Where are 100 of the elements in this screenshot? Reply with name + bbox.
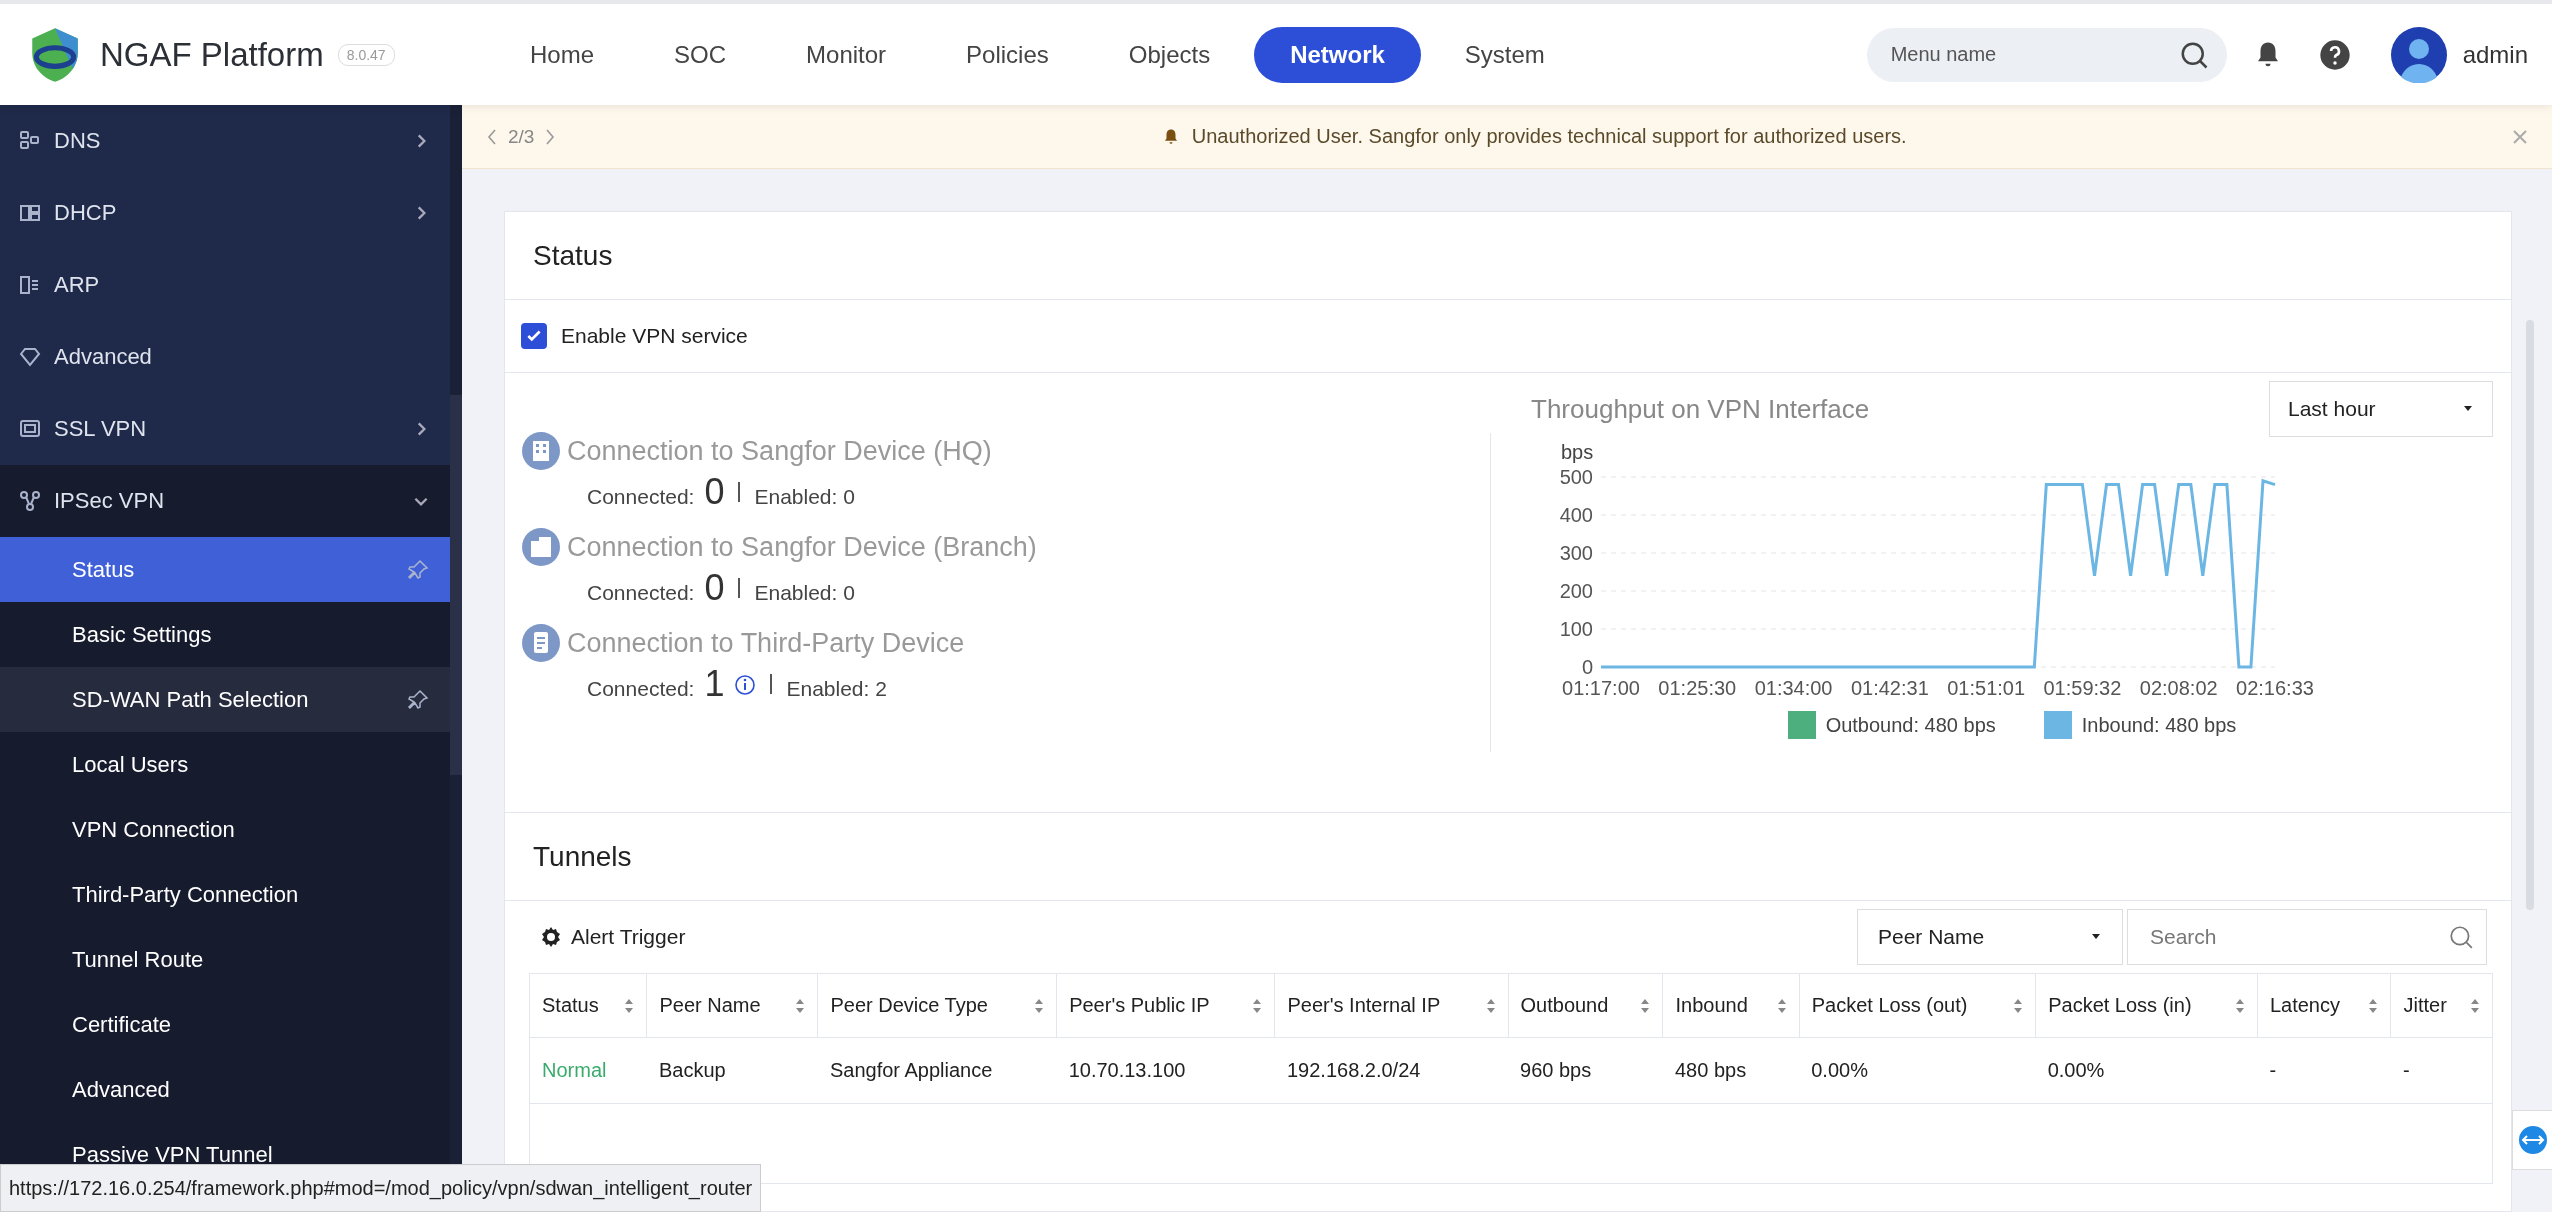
column-header[interactable]: Inbound: [1662, 973, 1800, 1038]
nav-tab[interactable]: Network: [1254, 26, 1421, 83]
enabled-count: Enabled: 2: [786, 677, 887, 701]
table-cell: 960 bps: [1508, 1037, 1663, 1104]
menu-search-field[interactable]: Menu name: [1888, 27, 2179, 82]
building-icon: [521, 431, 561, 471]
product-name: NGAF Platform: [100, 35, 324, 74]
column-header[interactable]: Peer Name: [647, 973, 818, 1038]
caret-down-icon: [2462, 405, 2474, 413]
sidebar-item[interactable]: SSL VPN: [0, 393, 450, 465]
axis-unit-label: bps: [1561, 441, 1594, 463]
banner-message: Unauthorized User. Sangfor only provides technical support for authorized users.: [1191, 125, 1907, 148]
version-label: 8.0.47: [337, 43, 395, 66]
chart-title: Throughput on VPN Interface: [1531, 393, 1870, 425]
sort-icon: [2234, 997, 2245, 1014]
sort-icon: [1252, 997, 1263, 1014]
nav-tab[interactable]: Policies: [930, 26, 1085, 83]
caret-down-icon: [2090, 933, 2102, 941]
sidebar-item[interactable]: Advanced: [0, 321, 450, 393]
sort-icon: [2013, 997, 2024, 1014]
help-icon[interactable]: [2318, 38, 2351, 71]
sort-icon: [2368, 997, 2379, 1014]
table-cell: Sangfor Appliance: [817, 1037, 1057, 1104]
sidebar-item[interactable]: DNS: [0, 105, 450, 177]
search-field[interactable]: Search: [2127, 909, 2487, 965]
peer-name-dropdown[interactable]: Peer Name: [1857, 909, 2123, 965]
legend-label: Inbound: 480 bps: [2081, 713, 2237, 737]
y-tick-label: 300: [1559, 542, 1593, 564]
connection-title: Connection to Sangfor Device (HQ): [567, 435, 992, 467]
connection-title: Connection to Sangfor Device (Branch): [567, 531, 1037, 563]
y-tick-label: 0: [1581, 656, 1593, 678]
scrollbar[interactable]: [2526, 320, 2534, 910]
sort-icon: [1485, 997, 1496, 1014]
x-tick-label: 01:17:00: [1562, 677, 1640, 699]
column-header[interactable]: Peer Device Type: [817, 973, 1057, 1038]
stat-label: Connected:: [587, 485, 695, 509]
url-tooltip: https://172.16.0.254/framework.php#mod=/mod_policy/vpn/sdwan_intelligent_router: [0, 1164, 762, 1212]
gear-icon: [539, 925, 563, 949]
buildings-icon: [521, 527, 561, 567]
table-cell: 480 bps: [1662, 1037, 1800, 1104]
table-cell: -: [2257, 1037, 2391, 1104]
x-tick-label: 01:42:31: [1850, 677, 1929, 699]
section-title: Status: [505, 212, 2511, 300]
nav-tab[interactable]: System: [1428, 26, 1581, 83]
chevron-left-icon[interactable]: [486, 127, 498, 146]
table-cell: 192.168.2.0/24: [1274, 1037, 1508, 1104]
document-icon: [521, 623, 561, 663]
x-tick-label: 02:16:33: [2236, 677, 2314, 699]
connection-title: Connection to Third-Party Device: [567, 627, 965, 659]
x-tick-label: 01:59:32: [2043, 677, 2122, 699]
column-header[interactable]: Outbound: [1508, 973, 1663, 1038]
sort-icon: [1034, 997, 1045, 1014]
column-header[interactable]: Packet Loss (in): [2035, 973, 2258, 1038]
x-tick-label: 01:34:00: [1754, 677, 1833, 699]
menu-search-field[interactable]: Menu name: [1866, 27, 2227, 82]
x-tick-label: 01:25:30: [1658, 677, 1737, 699]
table-cell: 0.00%: [1799, 1037, 2036, 1104]
x-tick-label: 01:51:01: [1947, 677, 2026, 699]
info-icon[interactable]: [734, 674, 757, 696]
nav-tab[interactable]: Home: [494, 26, 631, 83]
sidebar-item[interactable]: ARP: [0, 249, 450, 321]
nav-tab[interactable]: Monitor: [770, 26, 923, 83]
nav-tab[interactable]: SOC: [638, 26, 763, 83]
legend-label: Outbound: 480 bps: [1825, 713, 1996, 737]
enable-vpn-checkbox[interactable]: Enable VPN service: [505, 300, 2511, 373]
pin-icon[interactable]: [406, 687, 430, 712]
column-header[interactable]: Latency: [2257, 973, 2391, 1038]
y-tick-label: 100: [1559, 618, 1593, 640]
table-cell: 10.70.13.100: [1056, 1037, 1275, 1104]
table-cell: Backup: [647, 1037, 818, 1104]
time-range-dropdown[interactable]: Last hour: [2269, 381, 2493, 437]
y-tick-label: 500: [1559, 466, 1593, 488]
y-tick-label: 200: [1559, 580, 1593, 602]
sort-icon: [2470, 997, 2480, 1014]
sidebar-subitem[interactable]: Status: [0, 537, 450, 602]
search-icon: [2448, 924, 2474, 950]
stat-label: Connected:: [587, 581, 695, 605]
network-icon: [18, 489, 42, 513]
sidebar-subitem[interactable]: SD-WAN Path Selection: [0, 667, 450, 732]
column-header[interactable]: Peer's Internal IP: [1274, 973, 1508, 1038]
column-header[interactable]: Packet Loss (out): [1799, 973, 2036, 1038]
connected-count: 0: [704, 471, 725, 513]
diamond-icon: [18, 345, 42, 369]
column-header[interactable]: Jitter: [2391, 973, 2493, 1038]
sort-icon: [795, 997, 806, 1014]
connected-count: 0: [704, 567, 725, 609]
nav-tab[interactable]: Objects: [1092, 26, 1247, 83]
y-tick-label: 400: [1559, 504, 1593, 526]
column-header[interactable]: Status: [529, 973, 647, 1038]
status-text: Normal: [529, 1037, 647, 1104]
sidebar-item[interactable]: DHCP: [0, 177, 450, 249]
enabled-count: Enabled: 0: [754, 485, 855, 509]
enabled-count: Enabled: 0: [754, 581, 855, 605]
sort-icon: [624, 997, 635, 1014]
remote-support-tab[interactable]: [2512, 1110, 2552, 1170]
column-header[interactable]: Peer's Public IP: [1056, 973, 1275, 1038]
alert-trigger-button[interactable]: Alert Trigger: [539, 925, 686, 949]
chevron-right-icon[interactable]: [544, 127, 557, 146]
table-cell: -: [2391, 1037, 2493, 1104]
avatar-icon[interactable]: [2390, 26, 2447, 83]
